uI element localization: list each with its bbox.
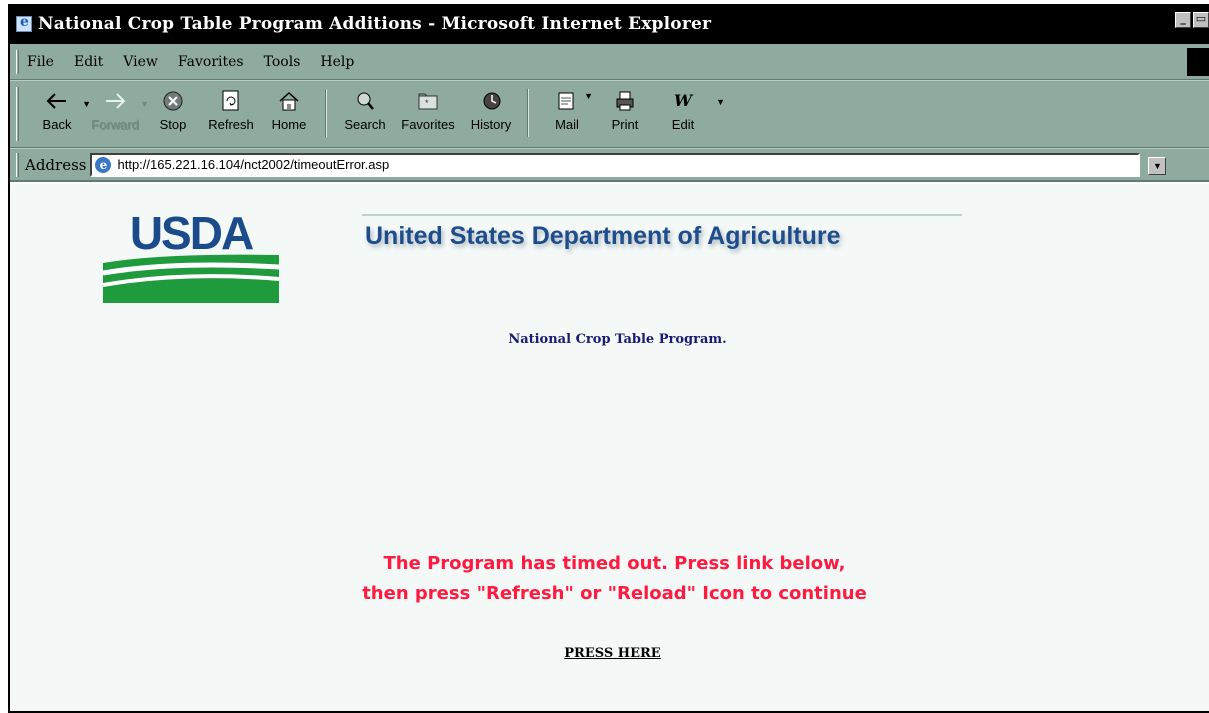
timeout-line-2: then press "Refresh" or "Reload" Icon to… [362, 583, 867, 604]
program-name: National Crop Table Program. [508, 332, 727, 347]
favorites-label: Favorites [401, 117, 455, 132]
standard-toolbar: Back ▼ Forward ▼ Stop Refresh Home Searc… [10, 80, 1209, 148]
addressbar-grip[interactable] [16, 152, 19, 177]
favorites-folder-icon: * [417, 87, 439, 115]
address-field[interactable]: e http://165.221.16.104/nct2002/timeoutE… [90, 152, 1167, 177]
svg-text:*: * [425, 98, 429, 108]
address-bar: Address e http://165.221.16.104/nct2002/… [10, 52, 1209, 182]
stop-icon [162, 87, 184, 115]
favorites-button[interactable]: * Favorites [395, 87, 461, 132]
title-bar[interactable]: National Crop Table Program Additions - … [10, 4, 1209, 44]
search-icon [354, 87, 376, 115]
edit-dropdown-icon[interactable]: ▼ [716, 97, 725, 107]
menu-file[interactable]: File [27, 54, 54, 70]
timeout-line-1: The Program has timed out. Press link be… [383, 553, 846, 574]
toolbar-separator [527, 89, 529, 137]
back-label: Back [42, 117, 72, 132]
stop-button[interactable]: Stop [145, 87, 201, 132]
department-title: United States Department of Agriculture [365, 222, 841, 250]
edit-label: Edit [671, 117, 695, 132]
search-button[interactable]: Search [337, 87, 393, 132]
back-arrow-icon [46, 87, 68, 115]
history-icon [480, 87, 502, 115]
mail-label: Mail [555, 117, 579, 132]
minimize-button[interactable]: _ [1175, 12, 1191, 28]
print-label: Print [611, 117, 639, 132]
menu-view[interactable]: View [123, 54, 158, 70]
print-button[interactable]: Print [597, 87, 653, 132]
menu-favorites[interactable]: Favorites [178, 54, 244, 70]
forward-arrow-icon [104, 87, 126, 115]
stop-label: Stop [159, 117, 187, 132]
back-button[interactable]: Back ▼ [29, 87, 91, 132]
window-title: National Crop Table Program Additions - … [38, 14, 712, 34]
window-controls: _ ▭ [1173, 12, 1209, 28]
refresh-label: Refresh [208, 117, 254, 132]
forward-button[interactable]: Forward ▼ [87, 87, 149, 132]
usda-logo: USDA [103, 207, 279, 303]
address-dropdown-icon[interactable]: ▼ [1148, 156, 1167, 175]
refresh-button[interactable]: Refresh [203, 87, 259, 132]
browser-window: National Crop Table Program Additions - … [8, 4, 1209, 713]
menu-bar: File Edit View Favorites Tools Help [10, 44, 1209, 80]
home-button[interactable]: Home [261, 87, 317, 132]
edit-button[interactable]: W Edit ▼ [655, 87, 725, 132]
menu-tools[interactable]: Tools [264, 54, 301, 70]
history-button[interactable]: History [463, 87, 519, 132]
history-label: History [470, 117, 512, 132]
search-label: Search [344, 117, 386, 132]
address-label: Address [25, 155, 87, 174]
ie-page-icon: e [95, 156, 112, 173]
word-edit-icon: W [674, 91, 692, 110]
department-rule [362, 214, 962, 216]
address-url[interactable]: http://165.221.16.104/nct2002/timeoutErr… [117, 157, 389, 172]
timeout-message: The Program has timed out. Press link be… [10, 549, 1209, 609]
mail-dropdown-icon[interactable]: ▼ [584, 91, 593, 101]
refresh-icon [221, 87, 241, 115]
usda-landscape-icon [103, 254, 279, 303]
toolbar-grip[interactable] [16, 87, 19, 141]
browser-chrome: File Edit View Favorites Tools Help Back… [10, 44, 1209, 182]
mail-icon [556, 87, 578, 115]
print-icon [614, 87, 636, 115]
maximize-button[interactable]: ▭ [1193, 12, 1209, 28]
home-icon [278, 87, 300, 115]
home-label: Home [271, 117, 307, 132]
go-arrow-icon[interactable]: ↷ [1190, 52, 1203, 71]
forward-label: Forward [91, 117, 139, 132]
menubar-grip[interactable] [16, 49, 19, 74]
page-content: USDA United States Department of Agricul… [10, 184, 1209, 711]
toolbar-separator [325, 89, 327, 137]
menu-help[interactable]: Help [320, 54, 354, 70]
ie-page-icon [16, 14, 32, 32]
mail-button[interactable]: Mail ▼ [539, 87, 595, 132]
menu-edit[interactable]: Edit [74, 54, 103, 70]
press-here-link[interactable]: PRESS HERE [10, 646, 1209, 661]
